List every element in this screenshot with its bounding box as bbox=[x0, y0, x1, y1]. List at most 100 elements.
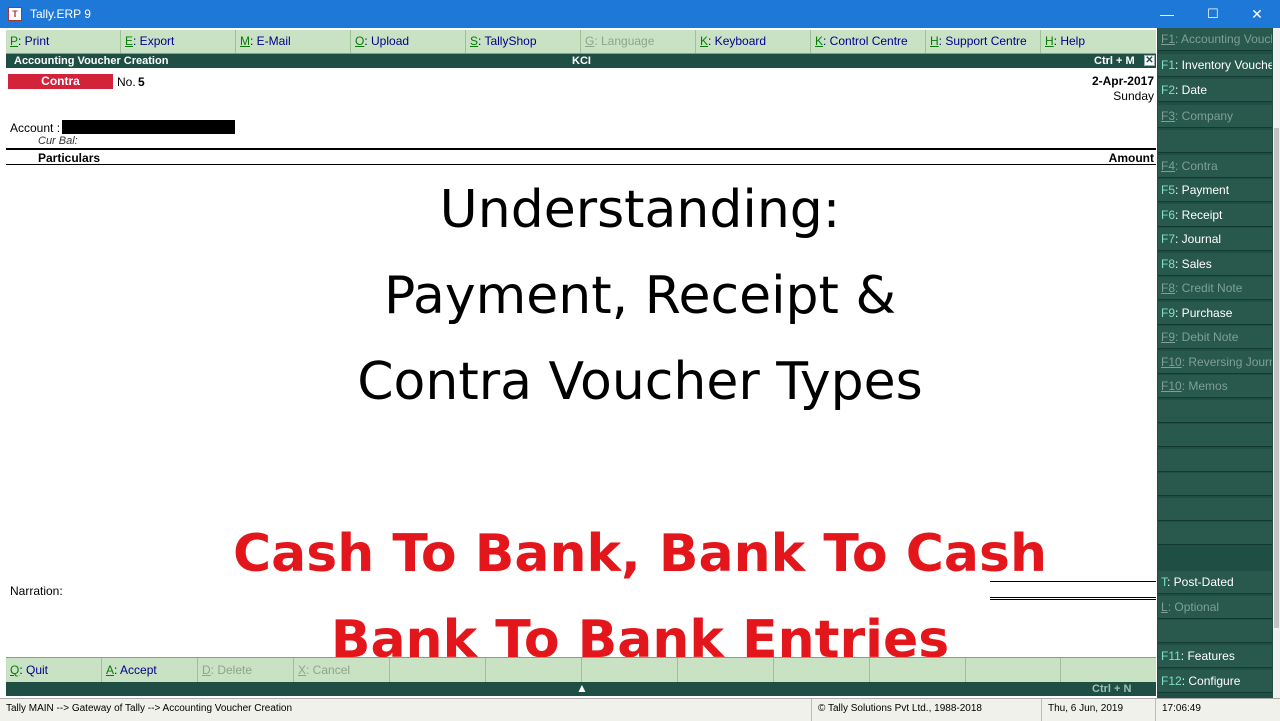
purchase-button[interactable]: F9: Purchase bbox=[1158, 302, 1272, 325]
cancel-button[interactable]: X: Cancel bbox=[294, 658, 390, 682]
empty-button-slot bbox=[1158, 449, 1272, 472]
delete-button[interactable]: D: Delete bbox=[198, 658, 294, 682]
empty-button-slot bbox=[870, 658, 966, 682]
scroll-up-icon[interactable]: ▲ bbox=[576, 681, 588, 695]
journal-button[interactable]: F7: Journal bbox=[1158, 228, 1272, 251]
support-centre-button[interactable]: H: Support Centre bbox=[926, 30, 1041, 53]
memos-button[interactable]: F10: Memos bbox=[1158, 375, 1272, 398]
empty-button-slot bbox=[486, 658, 582, 682]
toolbar-label: : Keyboard bbox=[708, 34, 767, 48]
empty-button-slot bbox=[678, 658, 774, 682]
contra-button[interactable]: F4: Contra bbox=[1158, 155, 1272, 178]
credit-note-button[interactable]: F8: Credit Note bbox=[1158, 277, 1272, 300]
toolbar-key: S bbox=[470, 34, 479, 48]
window-title: Tally.ERP 9 bbox=[30, 7, 91, 21]
screen-close-icon[interactable]: ✕ bbox=[1144, 55, 1155, 66]
toolbar-label: : Language bbox=[594, 34, 655, 48]
company-name: KCI bbox=[572, 55, 591, 67]
sidepanel-label: : Contra bbox=[1175, 159, 1218, 173]
empty-button-slot bbox=[1158, 473, 1272, 496]
toolbar-key: M bbox=[240, 34, 250, 48]
help-button[interactable]: H: Help bbox=[1041, 30, 1156, 53]
screen-title: Accounting Voucher Creation bbox=[14, 55, 169, 67]
screen-header: Accounting Voucher Creation KCI Ctrl + M… bbox=[6, 54, 1156, 68]
overlay-red-line-1: Cash To Bank, Bank To Cash bbox=[233, 524, 1047, 584]
close-icon[interactable]: ✕ bbox=[1234, 0, 1280, 28]
toolbar-key: O bbox=[355, 34, 365, 48]
post-dated-button[interactable]: T: Post-Dated bbox=[1158, 571, 1272, 594]
print-button[interactable]: P: Print bbox=[6, 30, 121, 53]
status-time: 17:06:49 bbox=[1162, 703, 1201, 714]
language-button[interactable]: G: Language bbox=[581, 30, 696, 53]
toolbar-label: : Support Centre bbox=[938, 34, 1027, 48]
quit-button[interactable]: Q: Quit bbox=[6, 658, 102, 682]
optional-button[interactable]: L: Optional bbox=[1158, 596, 1272, 619]
sidepanel-label: : Optional bbox=[1167, 600, 1220, 614]
date-button[interactable]: F2: Date bbox=[1158, 79, 1272, 102]
overlay-heading-line-1: Understanding: bbox=[439, 180, 841, 240]
sidepanel-label: : Journal bbox=[1175, 232, 1222, 246]
bottombar-key: A bbox=[106, 663, 115, 677]
empty-button-slot bbox=[1158, 498, 1272, 521]
amount-column-header: Amount bbox=[1108, 151, 1154, 165]
company-button[interactable]: F3: Company bbox=[1158, 105, 1272, 128]
sidepanel-label: : Reversing Journal bbox=[1181, 355, 1272, 369]
divider bbox=[6, 164, 1156, 165]
accounting-vouchers-button[interactable]: F1: Accounting Vouchers bbox=[1158, 28, 1272, 51]
window-title-bar[interactable]: T Tally.ERP 9 — ☐ ✕ bbox=[0, 0, 1280, 28]
sidepanel-key: F3 bbox=[1161, 109, 1176, 123]
narration-label: Narration: bbox=[10, 584, 63, 598]
maximize-icon[interactable]: ☐ bbox=[1190, 0, 1236, 28]
sidepanel-label: : Debit Note bbox=[1175, 330, 1239, 344]
sidepanel-key: F1 bbox=[1161, 58, 1176, 72]
empty-button-slot bbox=[966, 658, 1061, 682]
empty-button-slot bbox=[1158, 522, 1272, 545]
overlay-heading-line-3: Contra Voucher Types bbox=[357, 352, 923, 412]
tally-app-icon: T bbox=[8, 7, 22, 21]
sidepanel-label: : Receipt bbox=[1175, 208, 1223, 222]
empty-button-slot bbox=[1061, 658, 1156, 682]
top-button-bar: P: Print E: Export M: E-Mail O: Upload S… bbox=[6, 30, 1156, 54]
empty-button-slot bbox=[1158, 400, 1272, 423]
sidepanel-key: F12 bbox=[1161, 674, 1182, 688]
voucher-date[interactable]: 2-Apr-2017 bbox=[1092, 74, 1154, 88]
control-centre-button[interactable]: K: Control Centre bbox=[811, 30, 926, 53]
toolbar-label: : Export bbox=[133, 34, 175, 48]
sidepanel-label: : Payment bbox=[1175, 183, 1230, 197]
bottombar-label: : Accept bbox=[114, 663, 157, 677]
sidepanel-label: : Accounting Vouchers bbox=[1175, 32, 1272, 46]
email-button[interactable]: M: E-Mail bbox=[236, 30, 351, 53]
empty-button-slot bbox=[774, 658, 870, 682]
bottombar-label: : Quit bbox=[19, 663, 49, 677]
empty-button-slot bbox=[1158, 620, 1272, 643]
voucher-type-badge[interactable]: Contra bbox=[8, 74, 113, 89]
empty-button-slot bbox=[390, 658, 486, 682]
upload-button[interactable]: O: Upload bbox=[351, 30, 466, 53]
tallyshop-button[interactable]: S: TallyShop bbox=[466, 30, 581, 53]
features-button[interactable]: F11: Features bbox=[1158, 645, 1272, 668]
bottombar-key: Q bbox=[10, 663, 20, 677]
keyboard-button[interactable]: K: Keyboard bbox=[696, 30, 811, 53]
scrollbar-thumb[interactable] bbox=[1274, 128, 1279, 628]
bottombar-key: X bbox=[298, 663, 307, 677]
payment-button[interactable]: F5: Payment bbox=[1158, 179, 1272, 202]
vertical-scrollbar[interactable] bbox=[1273, 28, 1280, 698]
minimize-icon[interactable]: — bbox=[1144, 0, 1190, 28]
sidepanel-label: : Inventory Vouchers bbox=[1175, 58, 1272, 72]
header-shortcut: Ctrl + M bbox=[1094, 55, 1135, 67]
strip-shortcut: Ctrl + N bbox=[1092, 683, 1132, 695]
receipt-button[interactable]: F6: Receipt bbox=[1158, 204, 1272, 227]
bottom-button-bar: Q: Quit A: Accept D: Delete X: Cancel bbox=[6, 657, 1156, 682]
configure-button[interactable]: F12: Configure bbox=[1158, 670, 1272, 693]
sidepanel-label: : Credit Note bbox=[1175, 281, 1243, 295]
reversing-journal-button[interactable]: F10: Reversing Journal bbox=[1158, 351, 1272, 374]
export-button[interactable]: E: Export bbox=[121, 30, 236, 53]
accept-button[interactable]: A: Accept bbox=[102, 658, 198, 682]
sidepanel-label: : Company bbox=[1175, 109, 1234, 123]
inventory-vouchers-button[interactable]: F1: Inventory Vouchers bbox=[1158, 54, 1272, 77]
toolbar-label: : Upload bbox=[364, 34, 410, 48]
debit-note-button[interactable]: F9: Debit Note bbox=[1158, 326, 1272, 349]
sidepanel-key: F6 bbox=[1161, 208, 1176, 222]
sales-button[interactable]: F8: Sales bbox=[1158, 253, 1272, 276]
account-field[interactable] bbox=[62, 120, 235, 134]
